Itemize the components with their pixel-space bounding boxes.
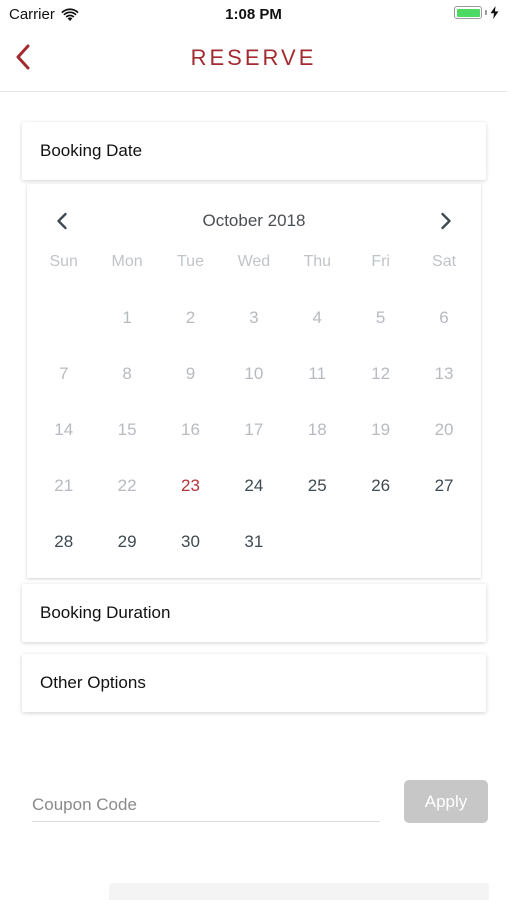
navigation-bar: RESERVE <box>0 28 507 92</box>
calendar-day-today[interactable]: 23 <box>159 474 222 530</box>
calendar-day-disabled: 9 <box>185 364 196 383</box>
weekday-label-fri: Fri <box>371 253 390 270</box>
calendar-day-disabled: 13 <box>434 364 454 383</box>
battery-indicator <box>454 6 499 19</box>
battery-cap <box>485 10 487 15</box>
calendar-empty-cell <box>412 530 475 586</box>
calendar-day-disabled: 10 <box>244 364 264 383</box>
calendar-day-disabled: 18 <box>307 420 327 439</box>
calendar-day[interactable]: 27 <box>412 474 475 530</box>
calendar-day[interactable]: 31 <box>222 530 285 586</box>
calendar-day-disabled: 14 <box>54 420 74 439</box>
calendar-day[interactable]: 28 <box>32 530 95 586</box>
battery-level <box>456 8 480 17</box>
calendar-day-disabled: 8 <box>122 364 132 383</box>
calendar-day-disabled: 3 <box>249 308 259 327</box>
calendar-empty-cell <box>32 306 95 362</box>
calendar-day-disabled: 11 <box>308 364 327 383</box>
weekday-header-row: Sun Mon Tue Wed Thu Fri Sat <box>32 250 476 274</box>
calendar-day-disabled: 16 <box>181 420 200 439</box>
calendar-week-row: 7 8 9 10 11 12 13 <box>32 362 476 418</box>
calendar-day[interactable]: 25 <box>286 474 349 530</box>
calendar-week-row: 21 22 23 24 25 26 27 <box>32 474 476 530</box>
calendar-empty-cell <box>349 530 412 586</box>
weekday-label-mon: Mon <box>111 253 143 270</box>
calendar-day-disabled: 5 <box>375 308 386 327</box>
calendar-days: 1 2 3 4 5 6 7 8 9 10 11 12 13 14 15 16 17 18 19 20 21 22 23 24 2… <box>32 306 476 586</box>
status-time: 1:08 PM <box>225 6 282 23</box>
next-month-button[interactable] <box>431 206 461 236</box>
calendar-day[interactable]: 26 <box>349 474 412 530</box>
coupon-code-input[interactable] <box>32 788 380 822</box>
weekday-label-thu: Thu <box>303 253 332 270</box>
calendar-day-disabled: 7 <box>58 364 69 383</box>
calendar-day-disabled: 17 <box>244 420 264 439</box>
calendar-day[interactable]: 30 <box>159 530 222 586</box>
booking-duration-label: Booking Duration <box>40 603 171 622</box>
battery-icon <box>454 6 482 19</box>
calendar-day-disabled: 21 <box>54 476 74 495</box>
other-options-section[interactable]: Other Options <box>22 654 486 712</box>
weekday-label-sun: Sun <box>49 253 78 270</box>
booking-date-section[interactable]: Booking Date <box>22 122 486 180</box>
calendar-week-row: 1 2 3 4 5 6 <box>32 306 476 362</box>
page-title: RESERVE <box>190 45 317 70</box>
calendar-header: October 2018 <box>27 206 481 236</box>
booking-duration-section[interactable]: Booking Duration <box>22 584 486 642</box>
calendar-week-row: 14 15 16 17 18 19 20 <box>32 418 476 474</box>
calendar-day-disabled: 2 <box>185 308 196 327</box>
calendar-day-disabled: 12 <box>371 364 391 383</box>
calendar-day-disabled: 1 <box>122 308 132 327</box>
weekday-label-wed: Wed <box>237 253 271 270</box>
booking-date-label: Booking Date <box>40 141 143 160</box>
apply-coupon-button[interactable]: Apply <box>404 780 488 823</box>
calendar-week-row: 28 29 30 31 <box>32 530 476 586</box>
calendar: October 2018 Sun Mon Tue Wed Thu Fri Sat 12345… <box>27 184 481 578</box>
calendar-day-disabled: 6 <box>439 308 449 327</box>
calendar-grid: Sun Mon Tue Wed Thu Fri Sat 1 2 3 4 5 6 7 8 9 10 11 12 13 1… <box>32 250 476 586</box>
chevron-right-icon <box>441 212 451 230</box>
calendar-empty-cell <box>286 530 349 586</box>
charging-icon <box>490 6 499 19</box>
other-options-label: Other Options <box>40 673 146 692</box>
bottom-panel-edge <box>109 883 489 900</box>
calendar-day-disabled: 22 <box>117 476 137 495</box>
status-bar: Carrier 1:08 PM <box>0 0 507 28</box>
weekday-label-tue: Tue <box>176 253 204 270</box>
calendar-month-label: October 2018 <box>202 211 306 230</box>
calendar-day[interactable]: 29 <box>95 530 158 586</box>
weekday-label-sat: Sat <box>432 253 457 270</box>
calendar-day-disabled: 19 <box>371 420 391 439</box>
calendar-day[interactable]: 24 <box>222 474 285 530</box>
calendar-day-disabled: 15 <box>117 420 137 439</box>
calendar-day-disabled: 20 <box>434 420 454 439</box>
calendar-day-disabled: 4 <box>312 308 322 327</box>
